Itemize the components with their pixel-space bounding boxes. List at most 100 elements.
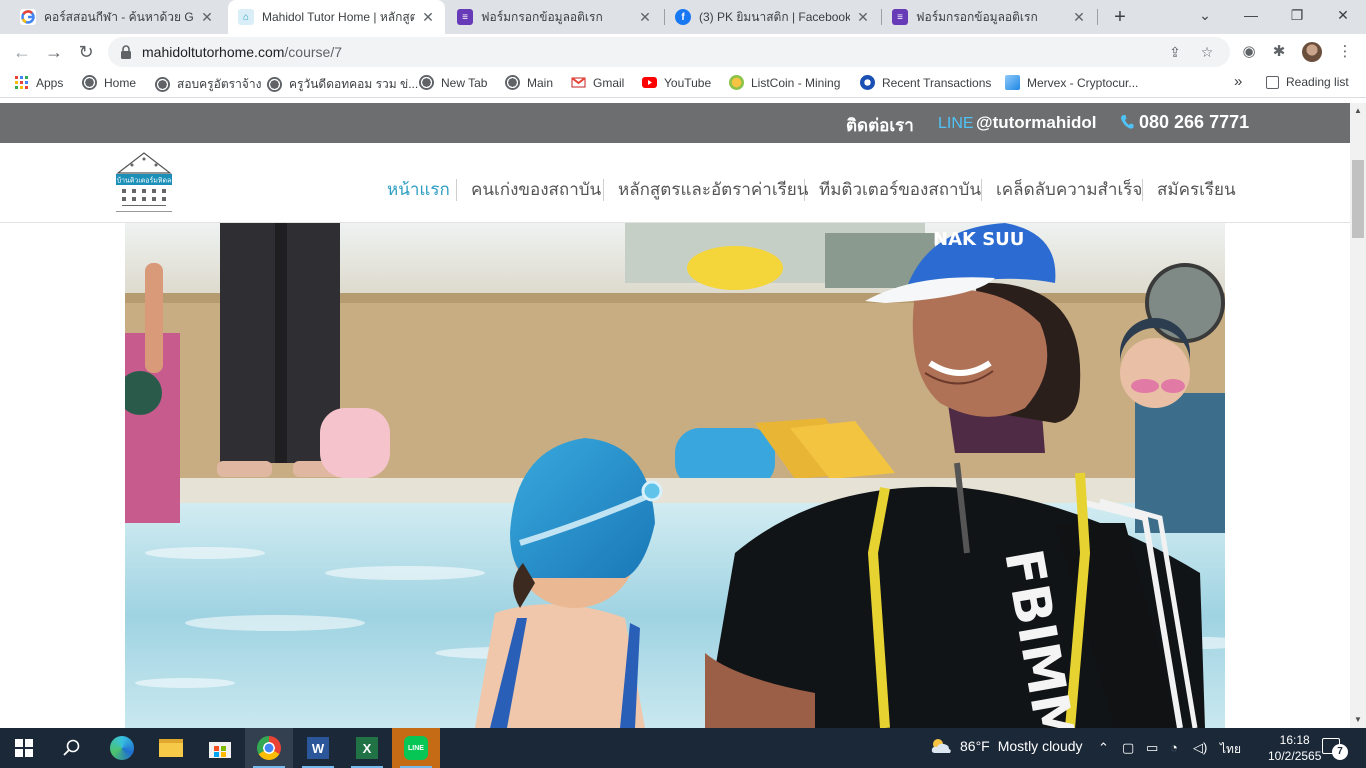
tab-title: ฟอร์มกรอกข้อมูลอติเรก (481, 9, 603, 24)
mahidol-icon: ⌂ (238, 9, 254, 25)
bookmark-label: Home (104, 75, 137, 90)
close-window-button[interactable]: ✕ (1320, 0, 1366, 34)
nav-enroll[interactable]: สมัครเรียน (1157, 176, 1236, 203)
close-icon[interactable]: ✕ (1072, 9, 1086, 26)
taskbar-excel[interactable]: X (343, 728, 391, 768)
bookmark-listcoin[interactable]: ListCoin - Mining (729, 75, 840, 90)
taskbar-edge[interactable] (98, 728, 146, 768)
taskbar-store[interactable] (196, 728, 244, 768)
back-button[interactable]: ← (8, 38, 36, 66)
line-label: LINE (938, 115, 974, 132)
tab-forms-1[interactable]: ≡ ฟอร์มกรอกข้อมูลอติเรก ✕ (447, 0, 662, 34)
nav-separator (804, 179, 805, 201)
system-clock[interactable]: 16:18 10/2/2565 (1268, 732, 1321, 764)
search-icon (63, 739, 80, 756)
taskbar-line[interactable]: LINE (392, 728, 440, 768)
tab-search-chevron-icon[interactable]: ⌄ (1182, 0, 1228, 34)
wifi-icon[interactable]: ◔ (1170, 740, 1178, 755)
windows-logo-icon (15, 739, 33, 757)
tab-forms-2[interactable]: ≡ ฟอร์มกรอกข้อมูลอติเรก ✕ (882, 0, 1096, 34)
battery-icon[interactable]: ▭ (1146, 740, 1158, 756)
profile-avatar[interactable] (1302, 42, 1322, 62)
bookmark-label: Main (527, 75, 554, 90)
phone-number-link[interactable]: 080 266 7771 (1139, 112, 1249, 133)
extensions-puzzle-icon[interactable]: ✱ (1268, 41, 1290, 63)
nav-courses-fees[interactable]: หลักสูตรและอัตราค่าเรียน (618, 176, 808, 203)
new-tab-button[interactable]: + (1108, 5, 1132, 29)
bookmark-youtube[interactable]: YouTube (642, 75, 711, 90)
address-bar[interactable]: mahidoltutorhome.com/course/7 ⇪ ☆ (108, 37, 1230, 67)
bookmark-teacher-exam[interactable]: สอบครูอัตราจ้าง (155, 75, 261, 94)
taskbar-file-explorer[interactable] (147, 728, 195, 768)
notification-center-button[interactable]: 7 (1322, 738, 1348, 760)
tab-facebook[interactable]: f (3) PK ยิมนาสติก | Facebook ✕ (665, 0, 880, 34)
close-icon[interactable]: ✕ (638, 9, 652, 26)
extension-badge-icon[interactable]: ◉ (1238, 41, 1260, 63)
bookmark-label: สอบครูอัตราจ้าง (177, 77, 262, 91)
scroll-up-arrow-icon[interactable]: ▲ (1350, 103, 1366, 119)
start-button[interactable] (0, 728, 48, 768)
bookmark-home[interactable]: Home (82, 75, 136, 90)
nav-tutor-team[interactable]: ทีมติวเตอร์ของสถาบัน (819, 176, 981, 203)
tab-title: Mahidol Tutor Home | หลักสูตร (262, 9, 415, 24)
meet-now-icon[interactable]: ▢ (1122, 740, 1134, 756)
lock-icon[interactable] (120, 45, 132, 59)
menu-kebab-icon[interactable]: ⋮ (1334, 41, 1356, 63)
webpage: ติดต่อเรา LINE @tutormahidol 080 266 777… (0, 103, 1350, 728)
reading-list-label: Reading list (1286, 75, 1349, 89)
globe-icon (267, 77, 282, 92)
nav-success-tips[interactable]: เคล็ดลับความสำเร็จ (996, 176, 1142, 203)
facebook-icon: f (675, 9, 691, 25)
swimming-lesson-photo: FBIMM NAK SUU (125, 223, 1225, 728)
bookmark-kruwandee[interactable]: ครูวันดีดอทคอม รวม ข่... (267, 75, 418, 94)
browser-toolbar: ← → ↻ mahidoltutorhome.com/course/7 ⇪ ☆ … (0, 34, 1366, 70)
site-logo[interactable]: บ้านติวเตอร์มหิดล (110, 149, 178, 217)
taskbar-chrome[interactable] (245, 728, 293, 768)
word-icon: W (307, 737, 329, 759)
bookmark-star-icon[interactable]: ☆ (1196, 41, 1218, 63)
forward-button[interactable]: → (40, 38, 68, 66)
browser-tab-strip: คอร์สสอนกีฬา - ค้นหาด้วย Google ✕ ⌂ Mahi… (0, 0, 1366, 34)
mervex-icon (1005, 75, 1020, 90)
excel-icon: X (356, 737, 378, 759)
minimize-button[interactable]: — (1228, 0, 1274, 34)
cloudy-weather-icon (931, 739, 951, 753)
weather-widget[interactable]: 86°F Mostly cloudy (930, 738, 1083, 754)
listcoin-icon (729, 75, 744, 90)
input-language[interactable]: ไทย (1220, 740, 1241, 759)
bookmark-apps[interactable]: Apps (14, 75, 63, 90)
line-id-link[interactable]: @tutormahidol (976, 113, 1096, 133)
edge-icon (110, 736, 134, 760)
tab-google-search[interactable]: คอร์สสอนกีฬา - ค้นหาด้วย Google ✕ (10, 0, 224, 34)
taskbar-word[interactable]: W (294, 728, 342, 768)
weather-text: Mostly cloudy (997, 738, 1083, 754)
nav-separator (456, 179, 457, 201)
nav-separator (603, 179, 604, 201)
volume-icon[interactable]: ◁) (1193, 740, 1207, 756)
url-host: mahidoltutorhome.com (142, 44, 285, 60)
apps-grid-icon (15, 76, 28, 89)
close-icon[interactable]: ✕ (856, 9, 870, 26)
bookmark-main[interactable]: Main (505, 75, 553, 90)
bookmark-recent-transactions[interactable]: Recent Transactions (860, 75, 991, 90)
more-bookmarks-button[interactable]: » (1234, 73, 1242, 90)
tray-chevron-up-icon[interactable]: ⌃ (1098, 740, 1109, 756)
nav-top-students[interactable]: คนเก่งของสถาบัน (471, 176, 601, 203)
bookmark-new-tab[interactable]: New Tab (419, 75, 487, 90)
scrollbar-thumb[interactable] (1352, 160, 1364, 238)
reload-button[interactable]: ↻ (72, 38, 100, 66)
reading-list-button[interactable]: Reading list (1266, 75, 1349, 89)
close-icon[interactable]: ✕ (200, 9, 214, 26)
close-icon[interactable]: ✕ (421, 9, 435, 26)
bookmark-gmail[interactable]: Gmail (571, 75, 624, 90)
page-scrollbar[interactable]: ▲ ▼ (1350, 103, 1366, 728)
bookmark-label: Gmail (593, 75, 625, 90)
share-icon[interactable]: ⇪ (1164, 41, 1186, 63)
nav-home[interactable]: หน้าแรก (387, 176, 450, 203)
bookmark-mervex[interactable]: Mervex - Cryptocur... (1005, 75, 1138, 90)
search-button[interactable] (48, 728, 96, 768)
bookmark-label: New Tab (441, 75, 488, 90)
restore-button[interactable]: ❐ (1274, 0, 1320, 34)
scroll-down-arrow-icon[interactable]: ▼ (1350, 712, 1366, 728)
tab-mahidol-tutor[interactable]: ⌂ Mahidol Tutor Home | หลักสูตร ✕ (228, 0, 445, 34)
